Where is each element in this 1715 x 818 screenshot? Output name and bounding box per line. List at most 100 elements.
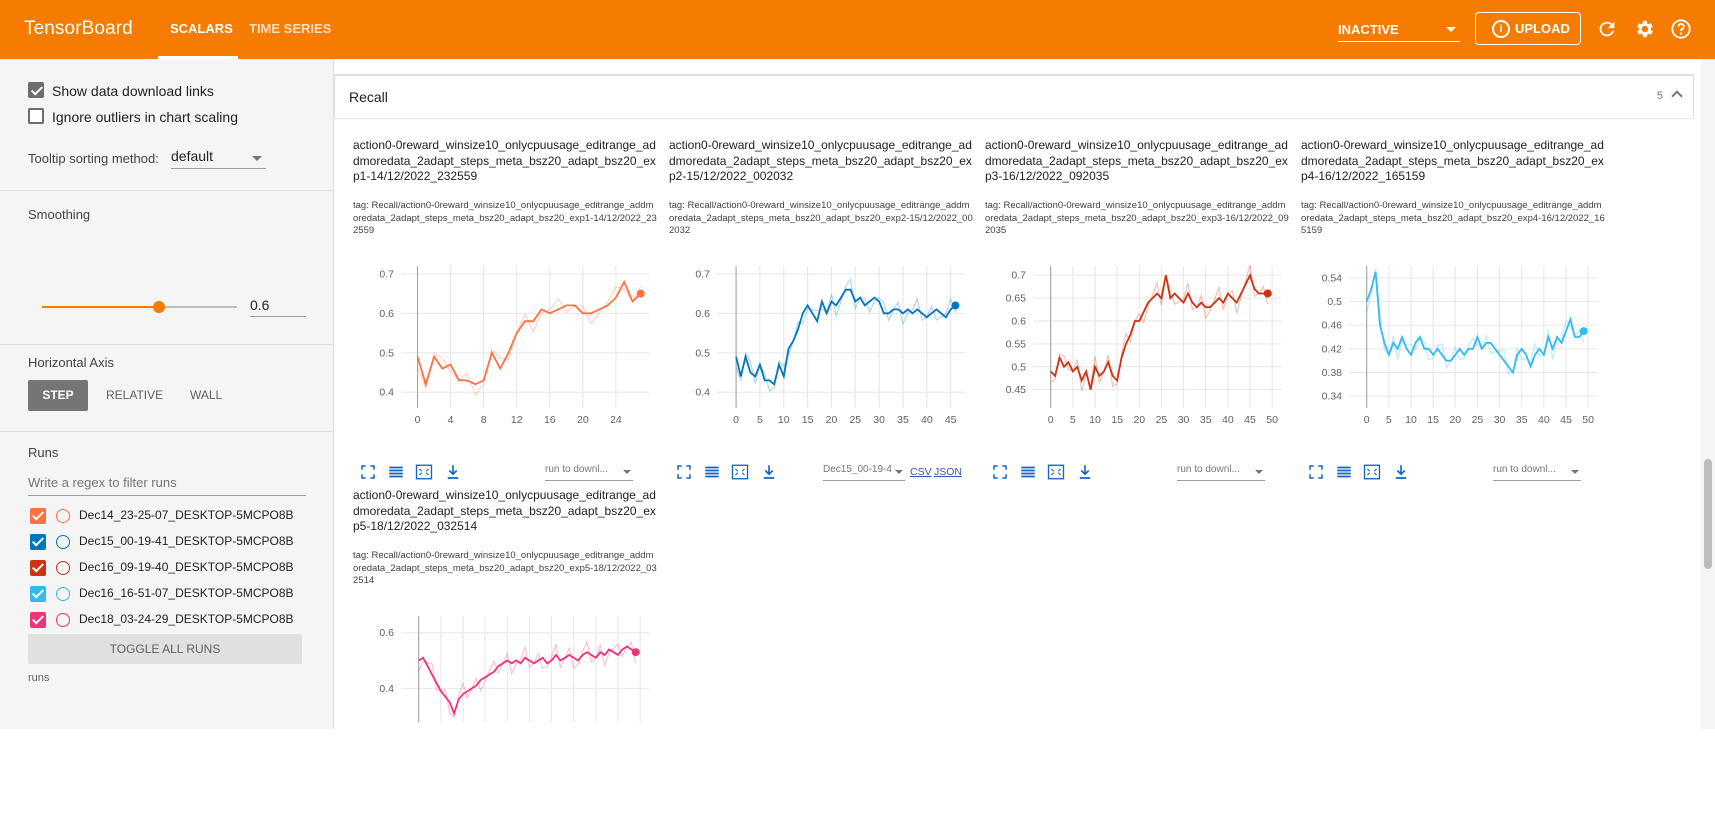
run-item[interactable]: Dec16_16-51-07_DESKTOP-5MCPO8B [30, 584, 320, 606]
run-item[interactable]: Dec18_03-24-29_DESKTOP-5MCPO8B [30, 610, 320, 632]
x-tick-label: 12 [511, 414, 523, 426]
run-regex-filter-input[interactable]: Write a regex to filter runs [28, 469, 306, 496]
y-tick-label: 0.5 [1011, 361, 1026, 373]
smoothed-series-line [1365, 271, 1585, 375]
fit-domain-icon[interactable] [731, 463, 749, 481]
smoothing-input[interactable]: 0.6 [250, 295, 306, 317]
smoothing-slider-thumb[interactable] [153, 301, 165, 313]
run-download-select[interactable]: run to downl... [545, 464, 633, 481]
fullscreen-icon[interactable] [675, 463, 693, 481]
help-icon[interactable] [1670, 18, 1692, 40]
upload-button[interactable]: i UPLOAD [1475, 12, 1581, 45]
line-chart[interactable]: 0.34 0.38 0.42 0.46 0.5 0.54 0 5 10 15 20 25 30 35 40 4… [1301, 262, 1601, 430]
y-tick-label: 0.4 [379, 683, 394, 695]
axis-step-button[interactable]: STEP [28, 380, 88, 411]
gear-icon[interactable] [1633, 18, 1655, 40]
run-item[interactable]: Dec16_09-19-40_DESKTOP-5MCPO8B [30, 558, 320, 580]
run-checkbox[interactable] [30, 612, 46, 628]
download-icon[interactable] [1392, 463, 1410, 481]
axis-wall-button[interactable]: WALL [190, 380, 222, 411]
json-download-link[interactable]: JSON [934, 466, 962, 478]
run-name: Dec16_16-51-07_DESKTOP-5MCPO8B [79, 586, 294, 600]
x-tick-label: 15 [1111, 414, 1123, 426]
log-scale-icon[interactable] [387, 463, 405, 481]
toggle-all-runs-button[interactable]: TOGGLE ALL RUNS [28, 634, 302, 664]
run-download-select[interactable]: Dec15_00-19-4 [823, 464, 905, 481]
card-title: action0-0reward_winsize10_onlycpuusage_e… [669, 138, 972, 183]
plugin-status-dropdown[interactable]: INACTIVE [1338, 14, 1460, 42]
fullscreen-icon[interactable] [359, 463, 377, 481]
previous-group-edge [334, 59, 1694, 75]
axis-relative-button[interactable]: RELATIVE [106, 380, 163, 411]
smoothed-series-line [735, 288, 957, 386]
divider [0, 190, 334, 191]
last-point-marker [636, 289, 645, 298]
line-chart[interactable]: 0.45 0.5 0.55 0.6 0.65 0.7 0 5 10 15 20 25 30 35 40 45 5… [985, 262, 1285, 430]
run-name: Dec18_03-24-29_DESKTOP-5MCPO8B [79, 612, 294, 626]
horizontal-axis-label: Horizontal Axis [28, 355, 114, 370]
chevron-up-icon[interactable] [1671, 90, 1683, 102]
y-tick-label: 0.6 [1011, 315, 1026, 327]
line-chart[interactable]: 0.4 0.5 0.6 0.7 0 4 8 12 16 20 24 [353, 262, 653, 430]
run-checkbox[interactable] [30, 586, 46, 602]
run-name: Dec16_09-19-40_DESKTOP-5MCPO8B [79, 560, 294, 574]
run-name: Dec14_23-25-07_DESKTOP-5MCPO8B [79, 508, 294, 522]
y-tick-label: 0.6 [379, 308, 394, 320]
fullscreen-icon[interactable] [1307, 463, 1325, 481]
ignore-outliers-label: Ignore outliers in chart scaling [52, 109, 238, 125]
run-item[interactable]: Dec14_23-25-07_DESKTOP-5MCPO8B [30, 506, 320, 528]
run-download-select[interactable]: run to downl... [1493, 464, 1581, 481]
csv-download-link[interactable]: CSV [910, 466, 932, 478]
log-scale-icon[interactable] [1335, 463, 1353, 481]
run-checkbox[interactable] [30, 508, 46, 524]
run-checkbox[interactable] [30, 560, 46, 576]
x-tick-label: 10 [1089, 414, 1101, 426]
runs-footer-label: runs [28, 672, 50, 684]
tab-time-series[interactable]: TIME SERIES [249, 21, 331, 36]
card-title: action0-0reward_winsize10_onlycpuusage_e… [985, 138, 1288, 183]
tooltip-sorting-select[interactable]: default [171, 145, 266, 169]
run-download-select[interactable]: run to downl... [1177, 464, 1265, 481]
chevron-down-icon [1571, 470, 1579, 474]
refresh-icon[interactable] [1596, 18, 1618, 40]
card-title: action0-0reward_winsize10_onlycpuusage_e… [1301, 138, 1604, 183]
y-tick-label: 0.38 [1322, 367, 1343, 379]
chevron-down-icon [1255, 470, 1263, 474]
x-tick-label: 35 [897, 414, 909, 426]
show-download-links-checkbox[interactable] [28, 82, 44, 98]
scrollbar-track[interactable] [1701, 59, 1715, 729]
line-chart[interactable]: 0.4 0.5 0.6 0.7 0 5 10 15 20 25 30 35 40 45 [669, 262, 969, 430]
ignore-outliers-checkbox[interactable] [28, 108, 44, 124]
x-tick-label: 15 [1427, 414, 1439, 426]
line-chart[interactable]: 0.20.40.6 [353, 612, 653, 722]
run-color-circle-icon[interactable] [56, 587, 70, 601]
fit-domain-icon[interactable] [415, 463, 433, 481]
x-tick-label: 45 [1560, 414, 1572, 426]
raw-series-line [1366, 268, 1585, 375]
scalar-card: action0-0reward_winsize10_onlycpuusage_e… [353, 138, 657, 481]
run-color-circle-icon[interactable] [56, 613, 70, 627]
fit-domain-icon[interactable] [1363, 463, 1381, 481]
run-checkbox[interactable] [30, 534, 46, 550]
run-item[interactable]: Dec15_00-19-41_DESKTOP-5MCPO8B [30, 532, 320, 554]
download-icon[interactable] [760, 463, 778, 481]
y-tick-label: 0.45 [1006, 384, 1027, 396]
scrollbar-thumb[interactable] [1704, 459, 1712, 569]
log-scale-icon[interactable] [1019, 463, 1037, 481]
log-scale-icon[interactable] [703, 463, 721, 481]
x-tick-label: 45 [1244, 414, 1256, 426]
run-color-circle-icon[interactable] [56, 561, 70, 575]
run-color-circle-icon[interactable] [56, 509, 70, 523]
fit-domain-icon[interactable] [1047, 463, 1065, 481]
run-color-circle-icon[interactable] [56, 535, 70, 549]
tab-scalars[interactable]: SCALARS [170, 21, 233, 36]
category-header-recall[interactable]: Recall 5 [334, 75, 1694, 119]
x-tick-label: 50 [1582, 414, 1594, 426]
y-tick-label: 0.7 [379, 268, 394, 280]
run-name: Dec15_00-19-41_DESKTOP-5MCPO8B [79, 534, 294, 548]
smoothing-label: Smoothing [28, 207, 91, 222]
y-tick-label: 0.55 [1006, 338, 1027, 350]
download-icon[interactable] [1076, 463, 1094, 481]
download-icon[interactable] [444, 463, 462, 481]
fullscreen-icon[interactable] [991, 463, 1009, 481]
